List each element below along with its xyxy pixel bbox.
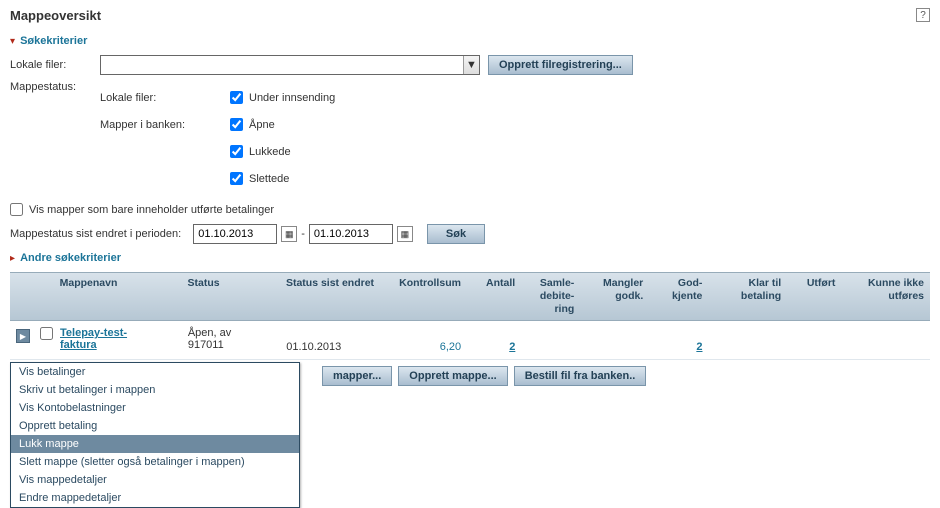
- th-mangler-godk[interactable]: Mangler godk.: [580, 273, 649, 320]
- menu-item[interactable]: Lukk mappe: [11, 435, 299, 453]
- search-criteria-toggle[interactable]: ▾ Søkekriterier: [10, 35, 930, 47]
- menu-item[interactable]: Vis betalinger: [11, 363, 299, 381]
- apne-label: Åpne: [249, 119, 275, 131]
- cell-status: Åpen, av 917011: [182, 327, 280, 351]
- table-row: ▶ Telepay-test- faktura Åpen, av 917011 …: [10, 321, 930, 360]
- godkjente-link[interactable]: 2: [696, 327, 702, 353]
- chevron-right-icon: ▶: [20, 332, 26, 341]
- apne-checkbox[interactable]: [230, 118, 243, 131]
- table-header: Mappenavn Status Status sist endret Kont…: [10, 272, 930, 321]
- other-criteria-toggle[interactable]: ▸ Andre søkekriterier: [10, 252, 930, 264]
- lukkede-label: Lukkede: [249, 146, 291, 158]
- row-context-menu: Vis betalingerSkriv ut betalinger i mapp…: [10, 362, 300, 508]
- th-mappenavn[interactable]: Mappenavn: [54, 273, 182, 320]
- menu-item[interactable]: Endre mappedetaljer: [11, 489, 299, 507]
- chevron-down-icon: ▾: [10, 36, 15, 47]
- lukkede-checkbox[interactable]: [230, 145, 243, 158]
- th-kontrollsum[interactable]: Kontrollsum: [388, 273, 467, 320]
- vis-utforte-label: Vis mapper som bare inneholder utførte b…: [29, 204, 274, 216]
- th-klar-til-betaling[interactable]: Klar til betaling: [708, 273, 787, 320]
- mappestatus-label: Mappestatus:: [10, 81, 100, 93]
- th-samledebitering[interactable]: Samle-debite-ring: [521, 273, 580, 320]
- date-to-input[interactable]: [309, 224, 393, 244]
- th-status[interactable]: Status: [182, 273, 280, 320]
- lokale-filer-select[interactable]: ▼: [100, 55, 480, 75]
- sub-mapper-i-banken-label: Mapper i banken:: [100, 119, 230, 131]
- row-menu-handle[interactable]: ▶: [16, 329, 30, 343]
- lokale-filer-label: Lokale filer:: [10, 59, 100, 71]
- th-godkjente[interactable]: God-kjente: [649, 273, 708, 320]
- row-checkbox[interactable]: [40, 327, 53, 340]
- menu-item[interactable]: Slett mappe (sletter også betalinger i m…: [11, 453, 299, 471]
- calendar-icon[interactable]: ▦: [281, 226, 297, 242]
- th-kunne-ikke[interactable]: Kunne ikke utføres: [841, 273, 930, 320]
- menu-item[interactable]: Vis Kontobelastninger: [11, 399, 299, 417]
- page-title: Mappeoversikt: [10, 8, 101, 23]
- antall-link[interactable]: 2: [509, 327, 515, 353]
- cell-status-sist-endret: 01.10.2013: [280, 327, 388, 353]
- sub-lokale-filer-label: Lokale filer:: [100, 92, 230, 104]
- opprett-mappe-button[interactable]: Opprett mappe...: [398, 366, 507, 386]
- menu-item[interactable]: Skriv ut betalinger i mappen: [11, 381, 299, 399]
- sok-button[interactable]: Søk: [427, 224, 485, 244]
- menu-item[interactable]: Opprett betaling: [11, 417, 299, 435]
- other-criteria-label: Andre søkekriterier: [20, 252, 121, 264]
- under-innsending-label: Under innsending: [249, 92, 335, 104]
- slettede-checkbox[interactable]: [230, 172, 243, 185]
- th-status-sist-endret[interactable]: Status sist endret: [280, 273, 388, 320]
- th-utfort[interactable]: Utført: [787, 273, 841, 320]
- th-antall[interactable]: Antall: [467, 273, 521, 320]
- mappenavn-link[interactable]: Telepay-test- faktura: [60, 327, 127, 351]
- bestill-fil-button[interactable]: Bestill fil fra banken..: [514, 366, 647, 386]
- date-from-input[interactable]: [193, 224, 277, 244]
- search-criteria-label: Søkekriterier: [20, 35, 87, 47]
- slettede-label: Slettede: [249, 173, 289, 185]
- opprett-filregistrering-button[interactable]: Opprett filregistrering...: [488, 55, 633, 75]
- menu-item[interactable]: Vis mappedetaljer: [11, 471, 299, 489]
- chevron-down-icon: ▼: [463, 56, 479, 74]
- periode-label: Mappestatus sist endret i perioden:: [10, 228, 181, 240]
- vis-utforte-checkbox[interactable]: [10, 203, 23, 216]
- calendar-icon[interactable]: ▦: [397, 226, 413, 242]
- cell-kontrollsum: 6,20: [388, 327, 467, 353]
- mapper-button[interactable]: mapper...: [322, 366, 392, 386]
- help-icon[interactable]: ?: [916, 8, 930, 22]
- under-innsending-checkbox[interactable]: [230, 91, 243, 104]
- chevron-right-icon: ▸: [10, 253, 15, 264]
- date-separator: -: [301, 228, 305, 240]
